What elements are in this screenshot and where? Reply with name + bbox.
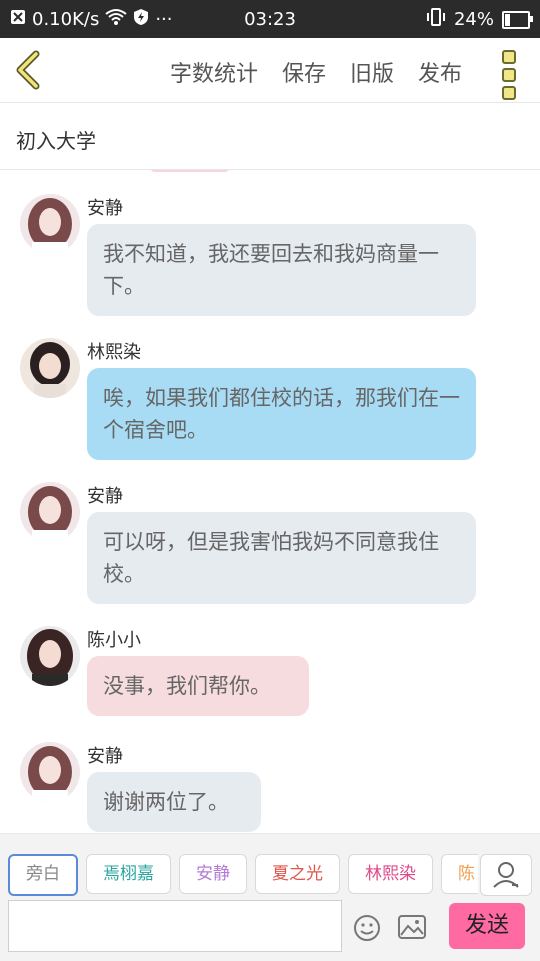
role-chip[interactable]: 林熙染 bbox=[348, 854, 433, 894]
battery-fill bbox=[505, 13, 510, 26]
chapter-title-bar[interactable]: 初入大学 bbox=[0, 103, 540, 170]
message-bubble[interactable]: 我不知道，我还要回去和我妈商量一下。 bbox=[87, 224, 476, 316]
app-header: 字数统计 保存 旧版 发布 bbox=[0, 38, 540, 103]
previous-bubble-edge bbox=[150, 170, 230, 172]
person-icon bbox=[493, 862, 519, 888]
speaker-name: 陈小小 bbox=[87, 630, 141, 651]
composer: 旁白 焉栩嘉 安静 夏之光 林熙染 陈 发送 bbox=[0, 833, 540, 961]
role-chip[interactable]: 安静 bbox=[179, 854, 247, 894]
status-bar: 0.10K/s ··· 03:23 24% bbox=[0, 0, 540, 38]
avatar[interactable] bbox=[20, 338, 80, 398]
message-input[interactable] bbox=[8, 900, 342, 952]
speaker-name: 安静 bbox=[87, 486, 123, 507]
send-button[interactable]: 发送 bbox=[449, 903, 525, 949]
battery-percent: 24% bbox=[453, 9, 494, 30]
image-icon[interactable] bbox=[397, 913, 427, 945]
old-version-button[interactable]: 旧版 bbox=[350, 56, 394, 88]
role-chip[interactable]: 旁白 bbox=[8, 854, 78, 896]
role-manager-button[interactable] bbox=[480, 854, 532, 896]
speaker-name: 安静 bbox=[87, 198, 123, 219]
role-chip[interactable]: 夏之光 bbox=[255, 854, 340, 894]
avatar[interactable] bbox=[20, 194, 80, 254]
message-bubble[interactable]: 没事，我们帮你。 bbox=[87, 656, 309, 716]
save-button[interactable]: 保存 bbox=[282, 56, 326, 88]
word-count-button[interactable]: 字数统计 bbox=[170, 56, 258, 88]
avatar[interactable] bbox=[20, 626, 80, 686]
message-bubble[interactable]: 唉，如果我们都住校的话，那我们在一个宿舍吧。 bbox=[87, 368, 476, 460]
message-bubble[interactable]: 谢谢两位了。 bbox=[87, 772, 261, 832]
status-right: 24% bbox=[426, 8, 533, 31]
header-actions: 字数统计 保存 旧版 发布 bbox=[170, 56, 462, 88]
role-chip[interactable]: 焉栩嘉 bbox=[86, 854, 171, 894]
chevron-left-icon bbox=[16, 50, 40, 90]
role-chip[interactable]: 陈 bbox=[441, 854, 478, 894]
more-vertical-icon[interactable] bbox=[502, 50, 518, 100]
speaker-name: 林熙染 bbox=[87, 342, 141, 363]
message-bubble[interactable]: 可以呀，但是我害怕我妈不同意我住校。 bbox=[87, 512, 476, 604]
chapter-title[interactable]: 初入大学 bbox=[16, 125, 96, 154]
avatar[interactable] bbox=[20, 742, 80, 802]
avatar[interactable] bbox=[20, 482, 80, 542]
back-button[interactable] bbox=[10, 48, 50, 92]
battery-icon bbox=[502, 10, 533, 29]
speaker-name: 安静 bbox=[87, 746, 123, 767]
chat-list[interactable]: 安静 我不知道，我还要回去和我妈商量一下。 林熙染 唉，如果我们都住校的话，那我… bbox=[0, 170, 540, 833]
vibrate-icon bbox=[426, 8, 446, 31]
emoji-icon[interactable] bbox=[352, 913, 382, 947]
publish-button[interactable]: 发布 bbox=[418, 56, 462, 88]
role-selector[interactable]: 旁白 焉栩嘉 安静 夏之光 林熙染 陈 bbox=[8, 854, 478, 896]
